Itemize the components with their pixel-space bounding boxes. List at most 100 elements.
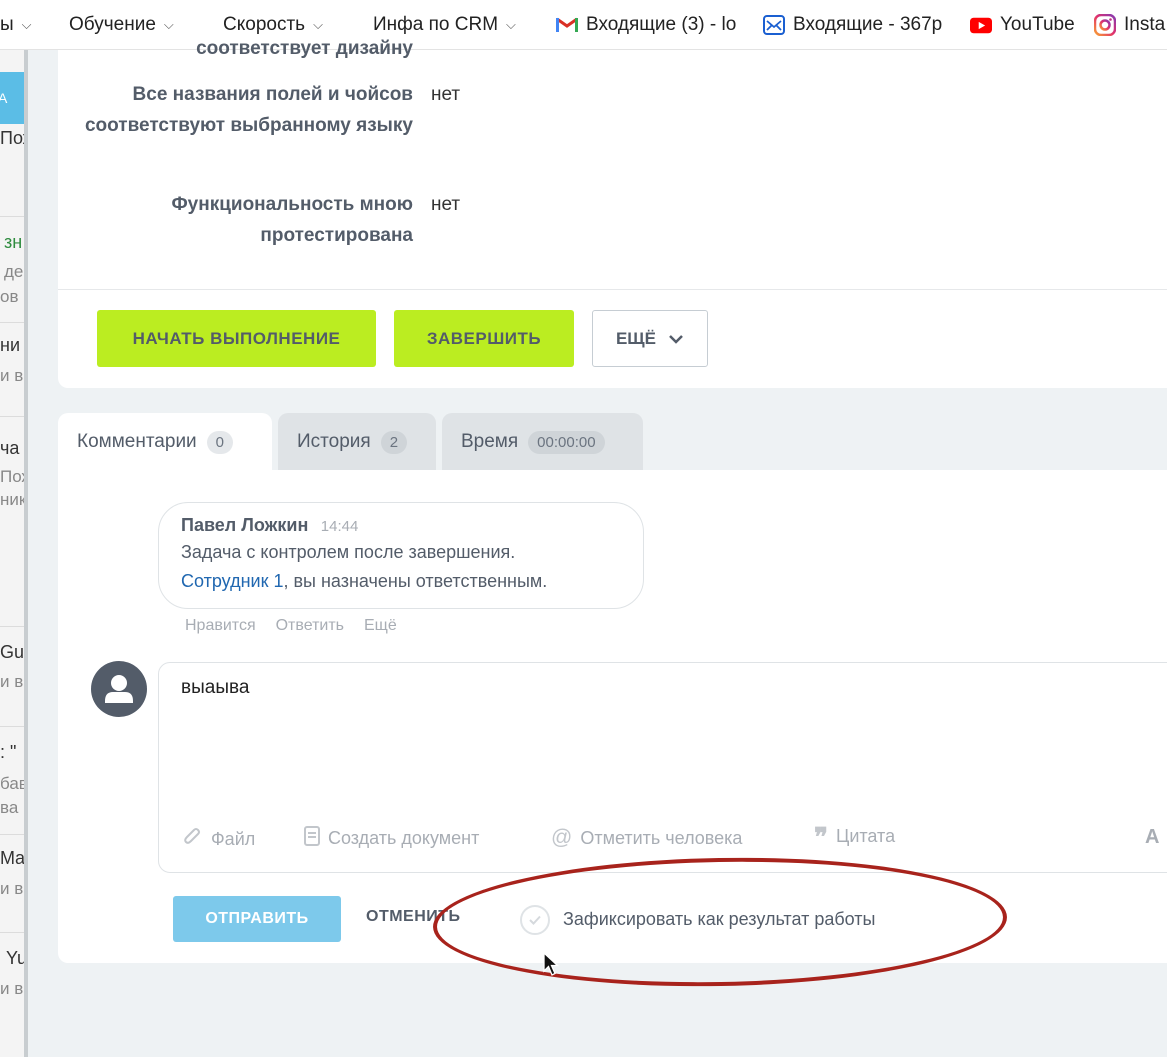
gmail-icon [556, 16, 578, 34]
sidebar-text: : " [0, 742, 17, 762]
sidebar-text: ча [0, 438, 20, 458]
mention-person-button[interactable]: @ Отметить человека [551, 826, 742, 850]
comment-text-line1: Задача с контролем после завершения. [181, 542, 516, 562]
field-label: Все названия полей и чойсов соответствую… [84, 84, 413, 136]
tool-label: Цитата [836, 826, 896, 846]
field-row-fragment: соответствует дизайну [58, 33, 413, 64]
sidebar-text: бав [0, 774, 27, 793]
sidebar-text: и в [0, 979, 24, 998]
sidebar-text: Пож [0, 467, 26, 486]
sidebar-text: и в [0, 879, 24, 898]
more-label: ЕЩЁ [615, 328, 657, 348]
comment-time: 14:44 [320, 518, 359, 535]
bookmark-label: Insta [1124, 14, 1166, 35]
send-button[interactable]: ОТПРАВИТЬ [173, 896, 341, 942]
sidebar-text: ва [0, 798, 19, 817]
comment-input-text[interactable]: выаыва [181, 677, 249, 699]
at-sign-icon: @ [551, 826, 573, 849]
bookmark-mail[interactable]: Входящие - 367р [763, 14, 951, 36]
bookmark-instagram[interactable]: Insta [1094, 14, 1165, 36]
comment-text-line2: Сотрудник 1, вы назначены ответственным. [181, 567, 621, 596]
divider [0, 726, 26, 727]
tool-label: Файл [211, 829, 256, 849]
field-value: нет [431, 84, 461, 105]
comment-actions: Нравится Ответить Ещё [185, 617, 397, 635]
sidebar-text: Gu [0, 642, 25, 662]
task-list-sidebar: А Пож зн де ов ни и в ча Пож ник Gu и в … [0, 50, 27, 1057]
history-count-badge: 2 [380, 430, 408, 454]
sidebar-active-item[interactable]: А [0, 72, 26, 124]
attach-file-button[interactable]: Файл [183, 826, 255, 853]
like-link[interactable]: Нравится [185, 617, 256, 635]
task-fields-card: соответствует дизайну Все названия полей… [58, 38, 1167, 388]
chevron-down-icon: ⌵ [163, 17, 174, 32]
instagram-icon [1094, 14, 1116, 36]
quote-button[interactable]: ❞ Цитата [814, 821, 896, 852]
user-icon [105, 675, 133, 703]
bookmark-label: YouTube [1000, 14, 1075, 35]
time-counter-badge: 00:00:00 [528, 430, 605, 454]
bookmark-label: Входящие (3) - lo [586, 14, 737, 35]
divider [0, 626, 26, 627]
comment-editor[interactable]: выаыва Файл Создать документ @ Отметить … [158, 662, 1167, 873]
bookmark-gmail[interactable]: Входящие (3) - lo [556, 14, 744, 36]
tool-label: Создать документ [328, 828, 480, 848]
reply-link[interactable]: Ответить [276, 617, 344, 635]
tab-label: Комментарии [77, 431, 197, 452]
chevron-down-icon [668, 329, 684, 349]
sidebar-text: ов [0, 287, 19, 306]
field-row-tested: Функциональность мною протестирована нет [58, 189, 460, 251]
tool-label: Отметить человека [580, 827, 743, 848]
more-link[interactable]: Ещё [364, 617, 397, 635]
tab-label: Время [461, 431, 519, 452]
tab-label: История [297, 431, 371, 452]
comment-author[interactable]: Павел Ложкин [181, 515, 308, 535]
bookmark-label: ы [0, 14, 14, 35]
comment-count-badge: 0 [206, 430, 234, 454]
chevron-down-icon: ⌵ [21, 17, 32, 32]
sidebar-text: Пож [0, 128, 26, 148]
mention-link[interactable]: Сотрудник 1 [181, 571, 283, 591]
sidebar-text: ни [0, 335, 20, 355]
envelope-icon [763, 15, 785, 35]
divider [0, 322, 26, 323]
bookmark-folder-partial[interactable]: ы ⌵ [0, 14, 32, 36]
field-label: Функциональность мною протестирована [171, 194, 413, 246]
text-format-icon: A [1145, 826, 1160, 848]
divider [0, 834, 26, 835]
finish-task-button[interactable]: ЗАВЕРШИТЬ [394, 310, 574, 367]
divider [0, 416, 26, 417]
divider [0, 216, 26, 217]
create-document-button[interactable]: Создать документ [304, 826, 479, 851]
comment-text-rest: , вы назначены ответственным. [283, 571, 548, 591]
quote-icon: ❞ [814, 821, 828, 852]
document-icon [304, 826, 320, 851]
comment-bubble: Павел Ложкин 14:44 Задача с контролем по… [158, 502, 644, 609]
tab-time[interactable]: Время 00:00:00 [442, 413, 643, 471]
sidebar-text: зн [4, 232, 23, 252]
chevron-down-icon: ⌵ [313, 17, 323, 32]
tab-comments[interactable]: Комментарии 0 [58, 413, 272, 471]
divider [58, 289, 1167, 290]
avatar [91, 661, 147, 717]
bookmark-label: Входящие - 367р [793, 14, 943, 35]
sidebar-text: и в [0, 672, 24, 691]
start-task-button[interactable]: НАЧАТЬ ВЫПОЛНЕНИЕ [97, 310, 376, 367]
sidebar-text: ник [0, 490, 27, 509]
more-actions-button[interactable]: ЕЩЁ [592, 310, 708, 367]
field-row-language: Все названия полей и чойсов соответствую… [58, 79, 460, 141]
chevron-down-icon: ⌵ [506, 17, 516, 32]
panel-shadow [24, 50, 28, 1057]
formatting-button[interactable]: A [1145, 826, 1159, 849]
field-label: соответствует дизайну [196, 38, 413, 59]
youtube-icon [970, 16, 992, 34]
bookmark-youtube[interactable]: YouTube [970, 14, 1075, 36]
sidebar-text: и в [0, 366, 24, 385]
paperclip-icon [183, 826, 203, 853]
sidebar-text: де [4, 262, 24, 281]
sidebar-text: Ma [0, 848, 26, 868]
field-value: нет [431, 194, 461, 215]
divider [0, 932, 26, 933]
mouse-cursor-icon [543, 952, 560, 976]
tab-history[interactable]: История 2 [278, 413, 436, 471]
